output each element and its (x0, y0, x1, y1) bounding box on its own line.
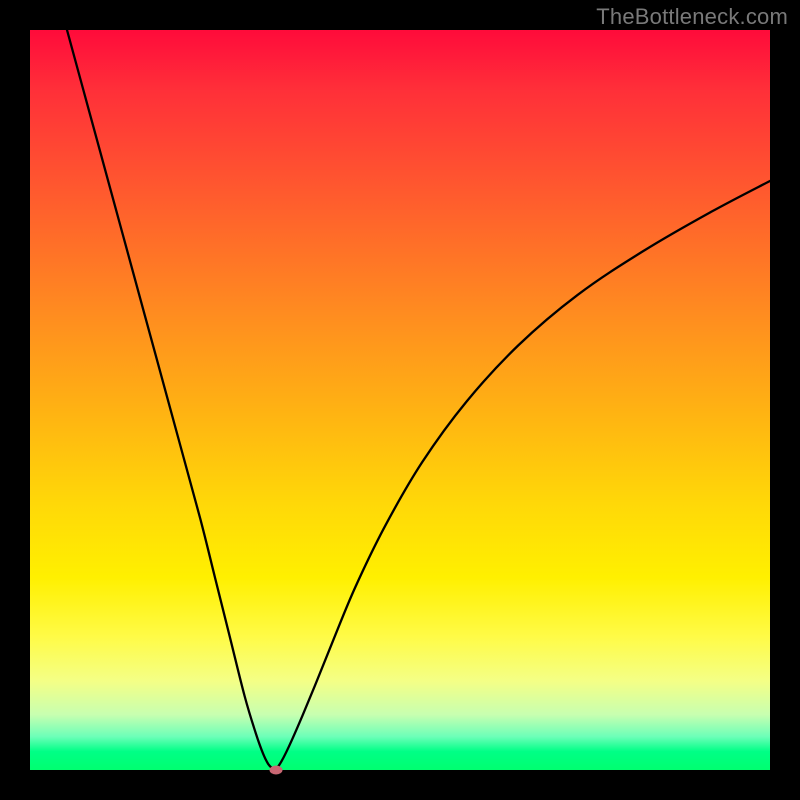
bottleneck-curve (30, 30, 770, 770)
watermark-text: TheBottleneck.com (596, 4, 788, 30)
min-point-dot (269, 766, 282, 775)
chart-frame: TheBottleneck.com (0, 0, 800, 800)
curve-path (67, 30, 770, 770)
plot-area (30, 30, 770, 770)
